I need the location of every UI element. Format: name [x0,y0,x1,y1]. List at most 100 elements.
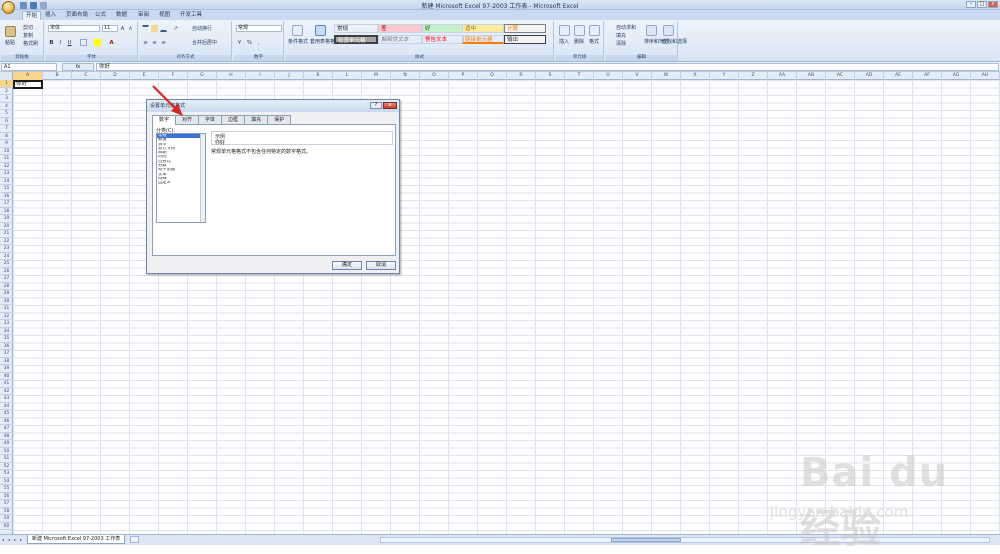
currency-icon[interactable]: ¥ [236,39,243,46]
cancel-button[interactable]: 取消 [366,261,396,270]
column-header[interactable]: M [362,72,391,80]
row-header[interactable]: 14 [0,178,13,185]
row-header[interactable]: 8 [0,133,13,140]
column-header[interactable]: Y [710,72,739,80]
row-header[interactable]: 4 [0,103,13,110]
dialog-tab-protection[interactable]: 保护 [267,115,292,124]
row-header[interactable]: 31 [0,305,13,313]
office-button[interactable] [2,1,15,14]
grow-font-button[interactable]: A [119,25,126,32]
row-header[interactable]: 12 [0,163,13,170]
column-header[interactable]: S [536,72,565,80]
column-header[interactable]: T [565,72,594,80]
tab-review[interactable]: 审阅 [138,11,149,20]
select-all-corner[interactable] [0,72,13,80]
column-header[interactable]: L [333,72,362,80]
row-header[interactable]: 18 [0,208,13,215]
row-header[interactable]: 28 [0,283,13,290]
style-cell[interactable]: 好 [422,24,464,33]
style-cell[interactable]: 差 [378,24,422,33]
prev-sheet-icon[interactable]: ◂ [8,537,13,543]
find-select-button[interactable]: 查找和选择 [662,38,687,45]
column-header[interactable]: H [217,72,246,80]
clear-button[interactable]: 清除 [616,40,626,47]
paste-button[interactable]: 粘贴 [5,39,15,46]
column-header[interactable]: G [188,72,217,80]
dialog-tab-border[interactable]: 边框 [221,115,246,124]
dialog-tab-number[interactable]: 数字 [152,115,177,125]
category-list[interactable]: 常规 数值 货币 会计专用 日期 时间 百分比 分数 科学记数 文本 特殊 自定… [156,133,206,223]
style-cell[interactable]: 常规 [334,24,378,33]
style-cell[interactable]: 链接单元格 [462,35,504,44]
format-painter-button[interactable]: 格式刷 [23,40,38,47]
autosum-button[interactable]: 自动求和 [616,24,636,31]
row-header[interactable]: 24 [0,253,13,260]
column-header[interactable]: Q [478,72,507,80]
align-middle-icon[interactable] [151,25,158,32]
next-sheet-icon[interactable]: ▸ [14,537,19,543]
row-header[interactable]: 55 [0,485,13,493]
delete-cells-icon[interactable] [574,25,585,36]
format-cells-icon[interactable] [589,25,600,36]
tab-data[interactable]: 数据 [116,11,127,20]
close-window-button[interactable]: x [988,1,998,8]
row-header[interactable]: 45 [0,410,13,418]
column-header[interactable]: AE [884,72,913,80]
row-header[interactable]: 56 [0,493,13,500]
bold-button[interactable]: B [48,39,55,46]
row-header[interactable]: 51 [0,455,13,463]
row-header[interactable]: 53 [0,470,13,478]
column-header[interactable]: C [72,72,101,80]
dialog-tab-alignment[interactable]: 对齐 [175,115,200,124]
comma-button[interactable]: , [255,39,262,46]
italic-button[interactable]: I [57,39,64,46]
font-color-icon[interactable]: A [108,39,115,46]
fill-button[interactable]: 填充 [616,32,626,39]
dialog-tab-font[interactable]: 字体 [198,115,223,124]
delete-cells-button[interactable]: 删除 [574,38,584,45]
row-header[interactable]: 11 [0,155,13,163]
row-header[interactable]: 57 [0,500,13,508]
row-header[interactable]: 50 [0,448,13,455]
row-header[interactable]: 34 [0,328,13,335]
row-header[interactable]: 48 [0,433,13,440]
first-sheet-icon[interactable]: ◂ [2,537,7,543]
row-header[interactable]: 17 [0,200,13,208]
row-header[interactable]: 2 [0,88,13,95]
row-header[interactable]: 38 [0,358,13,365]
row-header[interactable]: 15 [0,185,13,193]
tab-insert[interactable]: 插入 [45,11,56,20]
column-header[interactable]: F [159,72,188,80]
column-header[interactable]: AH [971,72,1000,80]
cut-button[interactable]: 剪切 [23,24,33,31]
dialog-tab-fill[interactable]: 填充 [244,115,269,124]
row-header[interactable]: 27 [0,275,13,283]
row-header[interactable]: 30 [0,298,13,305]
row-header[interactable]: 41 [0,380,13,388]
column-header[interactable]: N [391,72,420,80]
row-header[interactable]: 22 [0,238,13,245]
row-header[interactable]: 1 [0,80,13,88]
row-header[interactable]: 47 [0,425,13,433]
row-header[interactable]: 5 [0,110,13,118]
row-header[interactable]: 46 [0,418,13,425]
paste-icon[interactable] [5,26,16,37]
row-header[interactable]: 26 [0,268,13,275]
orientation-icon[interactable]: ↗ [172,25,179,32]
row-header[interactable]: 42 [0,388,13,395]
style-cell[interactable]: 解释性文本 [378,35,422,44]
column-header[interactable]: E [130,72,159,80]
conditional-format-icon[interactable] [292,25,303,36]
tab-home[interactable]: 开始 [22,11,42,20]
last-sheet-icon[interactable]: ▸ [20,537,25,543]
insert-cells-button[interactable]: 插入 [559,38,569,45]
shrink-font-button[interactable]: A [127,26,134,33]
row-header[interactable]: 40 [0,373,13,380]
row-header[interactable]: 21 [0,230,13,238]
row-header[interactable]: 44 [0,403,13,410]
align-center-icon[interactable]: ≡ [151,39,158,46]
column-header[interactable]: O [420,72,449,80]
row-header[interactable]: 49 [0,440,13,448]
row-header[interactable]: 60 [0,523,13,530]
dialog-close-button[interactable]: x [383,102,397,109]
